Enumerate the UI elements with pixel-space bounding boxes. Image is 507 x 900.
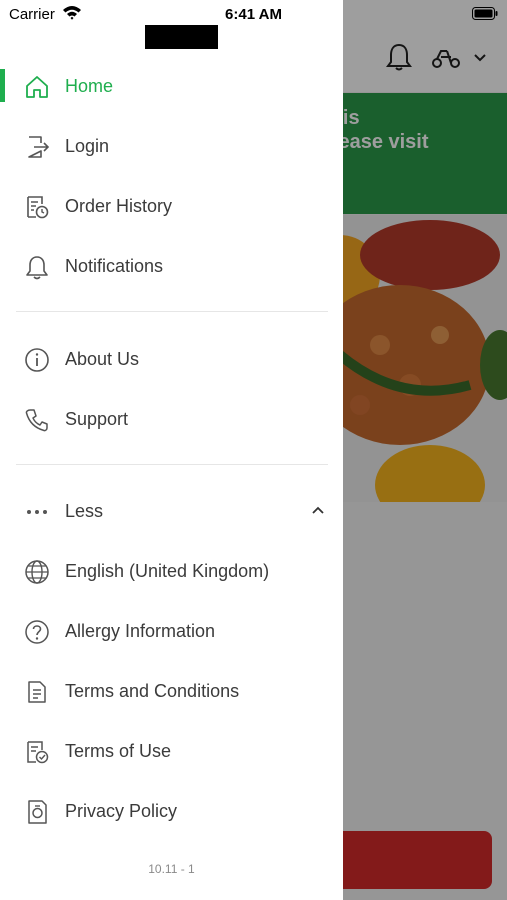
globe-icon [25,560,49,584]
menu-item-label: About Us [65,349,140,369]
menu-item-support[interactable]: Support [0,390,343,450]
privacy-icon [28,800,47,824]
menu-item-label: Home [65,76,114,96]
document-check-icon [27,741,49,764]
question-circle-icon [25,620,49,644]
app-version: 10.11 - 1 [148,862,195,876]
bell-icon [26,256,48,280]
menu-item-less-toggle[interactable]: Less [0,482,343,542]
receipt-clock-icon [27,196,49,219]
menu-item-order-history[interactable]: Order History [0,177,343,237]
home-icon [26,76,48,98]
status-bar: Carrier 6:41 AM [0,0,507,28]
info-icon [25,348,49,372]
menu-item-label: Privacy Policy [65,801,178,821]
battery-icon [472,7,498,20]
menu-item-label: Order History [65,196,173,216]
menu-item-label: Allergy Information [65,621,216,641]
menu-item-label: Terms and Conditions [65,681,240,701]
clock: 6:41 AM [225,6,282,23]
menu-item-label: English (United Kingdom) [65,561,270,581]
chevron-up-icon [312,506,324,514]
menu-item-label: Support [65,409,129,429]
menu-item-language[interactable]: English (United Kingdom) [0,542,343,602]
menu-item-label: Terms of Use [65,741,172,761]
active-indicator [0,69,5,102]
menu-item-home[interactable]: Home [0,57,343,117]
menu-item-label: Notifications [65,256,164,276]
more-dots-icon [27,510,47,514]
menu-item-label: Less [65,501,104,521]
redaction-block [145,25,218,49]
menu-item-login[interactable]: Login [0,117,343,177]
menu-item-notifications[interactable]: Notifications [0,237,343,297]
side-drawer: Home Login Order History Notifications A… [0,0,343,900]
login-icon [28,136,50,158]
divider [16,311,328,312]
divider [16,464,328,465]
menu-item-allergy-information[interactable]: Allergy Information [0,602,343,662]
menu-item-privacy-policy[interactable]: Privacy Policy [0,782,343,842]
menu-item-label: Login [65,136,110,156]
document-icon [28,681,46,703]
menu-item-about-us[interactable]: About Us [0,330,343,390]
phone-icon [25,409,48,432]
menu-item-terms-of-use[interactable]: Terms of Use [0,722,343,782]
menu-item-terms-and-conditions[interactable]: Terms and Conditions [0,662,343,722]
